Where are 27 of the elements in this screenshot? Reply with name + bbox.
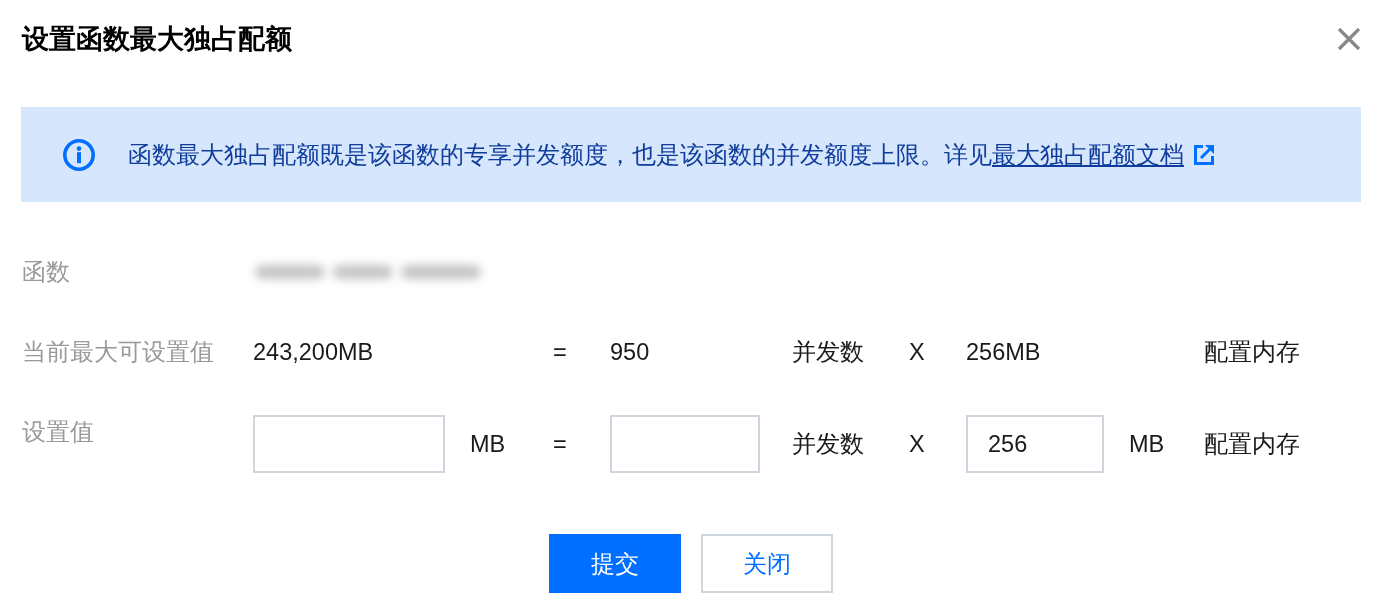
concurrency-label: 并发数 [792,430,864,459]
memory-input[interactable]: 256 [966,415,1104,473]
external-link-icon[interactable] [1194,144,1214,165]
close-dialog-button[interactable]: 关闭 [701,534,833,593]
unit-label: MB [1129,430,1165,459]
field-label: 设置值 [22,418,94,447]
field-label: 当前最大可设置值 [22,338,214,367]
concurrency-value: 950 [610,338,650,367]
equals-sign: = [553,338,567,367]
memory-label: 配置内存 [1204,430,1300,459]
concurrency-label: 并发数 [792,338,864,367]
total-input[interactable] [253,415,445,473]
concurrency-input[interactable] [610,415,760,473]
notice-text: 函数最大独占配额既是该函数的专享并发额度，也是该函数的并发额度上限。详见最大独占配额文档 [128,140,1184,170]
memory-value: 256MB [966,338,1041,367]
memory-label: 配置内存 [1204,338,1300,367]
equals-sign: = [553,430,567,459]
submit-button[interactable]: 提交 [549,534,681,593]
total-value: 243,200MB [253,338,374,367]
info-icon [63,138,95,171]
docs-link[interactable]: 最大独占配额文档 [992,141,1184,168]
dialog-title: 设置函数最大独占配额 [22,24,292,54]
unit-label: MB [470,430,506,459]
field-label: 函数 [22,258,70,287]
times-sign: X [909,338,925,367]
close-button[interactable] [1337,27,1361,51]
times-sign: X [909,430,925,459]
